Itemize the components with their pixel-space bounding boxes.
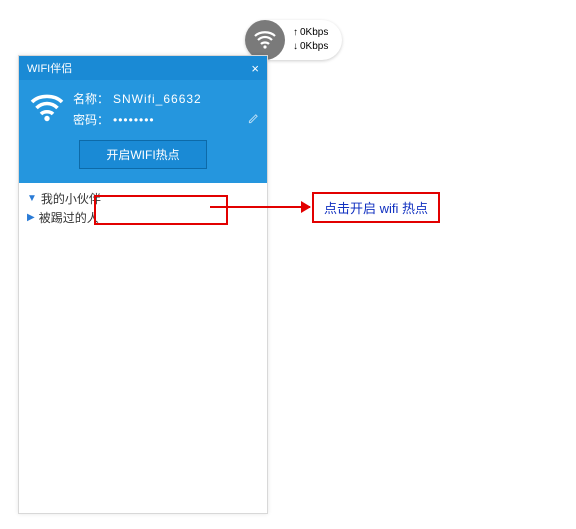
- start-hotspot-button[interactable]: 开启WIFI热点: [79, 140, 207, 169]
- wifi-header-panel: 名称： SNWifi_66632 密码： •••••••• 开启WIFI热点: [19, 80, 267, 183]
- close-icon[interactable]: ×: [251, 62, 259, 75]
- password-value: ••••••••: [113, 113, 155, 127]
- chevron-right-icon: ▶: [27, 212, 35, 223]
- chevron-down-icon: ▼: [27, 193, 37, 204]
- annotation-arrow: [210, 206, 310, 208]
- download-speed: 0Kbps: [300, 40, 328, 54]
- pencil-icon[interactable]: [248, 113, 259, 127]
- annotation-callout: 点击开启 wifi 热点: [312, 192, 440, 223]
- wifi-icon: [27, 90, 67, 126]
- upload-arrow-icon: ↑: [293, 26, 298, 40]
- list-item-kicked[interactable]: ▶ 被踢过的人: [27, 208, 259, 227]
- name-value: SNWifi_66632: [113, 92, 202, 106]
- window-title: WIFI伴侣: [27, 60, 72, 76]
- list-item-label: 我的小伙伴: [41, 190, 101, 207]
- device-list: ▼ 我的小伙伴 ▶ 被踢过的人: [19, 183, 267, 513]
- wifi-password-row: 密码： ••••••••: [73, 111, 259, 128]
- speed-readout: ↑ 0Kbps ↓ 0Kbps: [293, 26, 328, 54]
- wifi-name-row: 名称： SNWifi_66632: [73, 90, 259, 107]
- upload-speed: 0Kbps: [300, 26, 328, 40]
- download-arrow-icon: ↓: [293, 40, 298, 54]
- list-item-label: 被踢过的人: [39, 209, 99, 226]
- name-label: 名称：: [73, 90, 109, 107]
- wifi-companion-window: WIFI伴侣 × 名称： SNWifi_66632 密码： ••••: [18, 55, 268, 514]
- network-speed-badge: ↑ 0Kbps ↓ 0Kbps: [245, 20, 342, 60]
- password-label: 密码：: [73, 111, 109, 128]
- titlebar: WIFI伴侣 ×: [19, 56, 267, 80]
- wifi-icon: [245, 20, 285, 60]
